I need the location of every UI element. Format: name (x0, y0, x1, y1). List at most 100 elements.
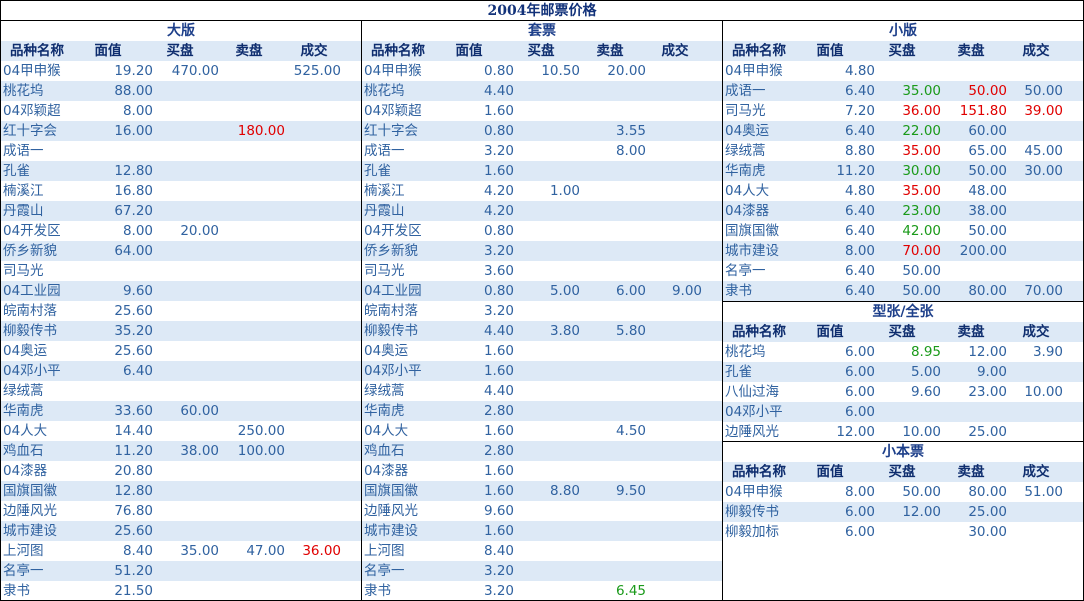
cell-name: 成语一 (364, 143, 405, 159)
cell-face: 12.00 (836, 424, 875, 440)
cell-buy (153, 321, 219, 341)
cell-face: 3.20 (483, 563, 514, 579)
cell-deal (285, 121, 341, 141)
cell-name: 04开发区 (364, 223, 422, 239)
table-row: 绿绒蒿 (1, 381, 361, 401)
table-row: 04人大 14.40 250.00 (1, 421, 361, 441)
cell-sell: 50.00 (968, 163, 1007, 179)
table-row: 04奥运 6.40 22.00 60.00 (723, 121, 1083, 141)
cell-deal: 70.00 (1024, 283, 1063, 299)
cell-name: 隶书 (3, 583, 30, 599)
cell-name: 04邓颖超 (3, 103, 61, 119)
cell-name: 04邓小平 (3, 363, 61, 379)
table-row: 楠溪江 4.20 1.00 (362, 181, 722, 201)
column-header: 成交 (1022, 464, 1050, 480)
cell-buy: 1.00 (549, 183, 580, 199)
cell-sell: 48.00 (968, 183, 1007, 199)
cell-sell (941, 261, 1007, 281)
cell-name: 华南虎 (364, 403, 405, 419)
column-header: 成交 (300, 43, 328, 59)
cell-face: 25.60 (114, 303, 153, 319)
cell-sell (580, 301, 646, 321)
cell-deal (285, 441, 341, 461)
cell-name: 柳毅传书 (364, 323, 418, 339)
cell-name: 04甲申猴 (725, 63, 783, 79)
table-row: 上河图 8.40 (362, 541, 722, 561)
cell-buy (875, 402, 941, 422)
cell-deal (646, 381, 702, 401)
cell-name: 04奥运 (364, 343, 409, 359)
cell-face: 1.60 (483, 423, 514, 439)
cell-buy: 60.00 (180, 403, 219, 419)
cell-face: 1.60 (483, 463, 514, 479)
cell-buy (875, 522, 941, 542)
table-row: 04人大 1.60 4.50 (362, 421, 722, 441)
table-row: 04开发区 8.00 20.00 (1, 221, 361, 241)
cell-face (89, 141, 153, 161)
cell-face: 8.00 (122, 103, 153, 119)
cell-name: 鸡血石 (364, 443, 405, 459)
cell-sell (580, 241, 646, 261)
cell-deal (1007, 201, 1063, 221)
cell-name: 司马光 (3, 263, 44, 279)
table-row: 04开发区 0.80 (362, 221, 722, 241)
cell-sell (219, 101, 285, 121)
cell-face: 2.80 (483, 403, 514, 419)
cell-deal (285, 201, 341, 221)
cell-face (89, 381, 153, 401)
table-row: 04甲申猴 8.00 50.00 80.00 51.00 (723, 482, 1083, 502)
cell-face: 6.00 (844, 344, 875, 360)
cell-sell: 50.00 (968, 223, 1007, 239)
cell-face: 6.40 (844, 203, 875, 219)
cell-buy: 5.00 (910, 364, 941, 380)
cell-deal (285, 321, 341, 341)
table-row: 成语一 3.20 8.00 (362, 141, 722, 161)
cell-buy: 38.00 (180, 443, 219, 459)
cell-face: 3.60 (483, 263, 514, 279)
cell-deal (1007, 422, 1063, 441)
cell-name: 国旗国徽 (3, 483, 57, 499)
section-xiaoben: 小本票 品种名称 面值 买盘 卖盘 成交 04甲申猴 8.00 50.00 80.00 51.00 柳… (723, 442, 1083, 600)
cell-sell (219, 141, 285, 161)
cell-sell (580, 501, 646, 521)
cell-face: 14.40 (114, 423, 153, 439)
cell-deal (1007, 362, 1063, 382)
column-header: 品种名称 (732, 464, 786, 480)
cell-sell (219, 281, 285, 301)
table-row: 红十字会 0.80 3.55 (362, 121, 722, 141)
cell-deal (646, 421, 702, 441)
cell-sell: 25.00 (968, 504, 1007, 520)
cell-sell: 250.00 (237, 423, 285, 439)
table-row: 红十字会 16.00 180.00 (1, 121, 361, 141)
cell-buy (514, 221, 580, 241)
table-row: 司马光 (1, 261, 361, 281)
cell-face: 9.60 (122, 283, 153, 299)
cell-name: 城市建设 (3, 523, 57, 539)
cell-face: 25.60 (114, 343, 153, 359)
cell-sell (941, 61, 1007, 81)
cell-deal: 51.00 (1024, 484, 1063, 500)
cell-name: 丹霞山 (3, 203, 44, 219)
header-row: 品种名称 面值 买盘 卖盘 成交 (362, 41, 722, 61)
cell-sell: 9.50 (615, 483, 646, 499)
cell-name: 八仙过海 (725, 384, 779, 400)
table-row: 柳毅传书 35.20 (1, 321, 361, 341)
column-header: 买盘 (888, 324, 916, 340)
cell-buy (153, 281, 219, 301)
table-row: 04漆器 20.80 (1, 461, 361, 481)
cell-sell: 80.00 (968, 283, 1007, 299)
cell-face: 4.40 (483, 323, 514, 339)
cell-buy (514, 541, 580, 561)
section-title: 套票 (528, 23, 556, 39)
column-header: 品种名称 (371, 43, 425, 59)
cell-face: 8.00 (844, 484, 875, 500)
page-title: 2004年邮票价格 (1, 1, 1083, 21)
cell-face: 25.60 (114, 523, 153, 539)
column-header: 卖盘 (957, 324, 985, 340)
header-row: 品种名称 面值 买盘 卖盘 成交 (723, 41, 1083, 61)
cell-name: 绿绒蒿 (725, 143, 766, 159)
cell-name: 国旗国徽 (725, 223, 779, 239)
cell-face: 6.40 (844, 123, 875, 139)
cell-sell (219, 521, 285, 541)
cell-name: 桃花坞 (725, 344, 766, 360)
